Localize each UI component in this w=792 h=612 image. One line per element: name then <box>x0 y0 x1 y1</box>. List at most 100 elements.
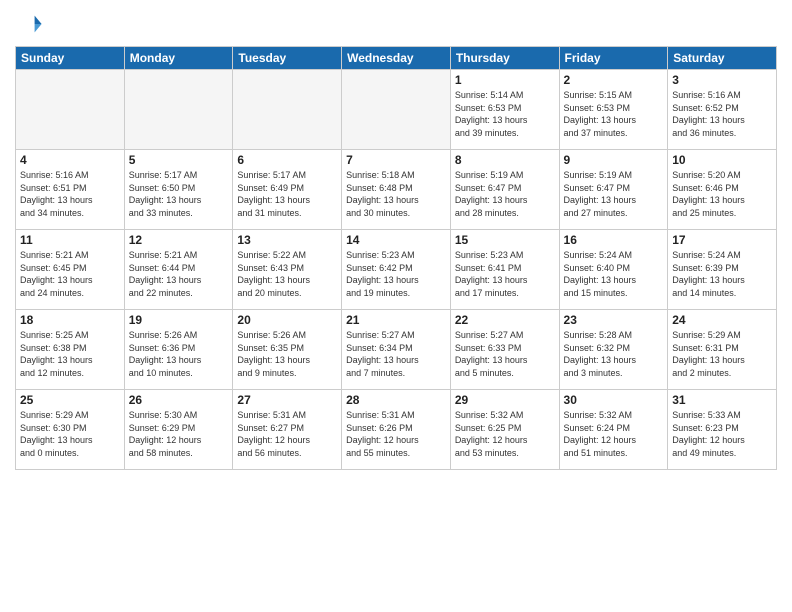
calendar-cell: 5 Sunrise: 5:17 AM Sunset: 6:50 PM Daylig… <box>124 150 233 230</box>
day-info: Sunrise: 5:17 AM Sunset: 6:49 PM Dayligh… <box>237 169 337 219</box>
day-info: Sunrise: 5:29 AM Sunset: 6:30 PM Dayligh… <box>20 409 120 459</box>
day-info: Sunrise: 5:14 AM Sunset: 6:53 PM Dayligh… <box>455 89 555 139</box>
calendar-cell: 28 Sunrise: 5:31 AM Sunset: 6:26 PM Dayli… <box>342 390 451 470</box>
day-info: Sunrise: 5:28 AM Sunset: 6:32 PM Dayligh… <box>564 329 664 379</box>
day-number: 14 <box>346 233 446 247</box>
calendar-day-header: Friday <box>559 47 668 70</box>
page-header <box>15 10 777 38</box>
day-number: 24 <box>672 313 772 327</box>
day-number: 22 <box>455 313 555 327</box>
day-number: 16 <box>564 233 664 247</box>
day-info: Sunrise: 5:17 AM Sunset: 6:50 PM Dayligh… <box>129 169 229 219</box>
calendar-cell: 16Sunrise: 5:24 AM Sunset: 6:40 PM Dayli… <box>559 230 668 310</box>
calendar-cell: 20 Sunrise: 5:26 AM Sunset: 6:35 PM Dayli… <box>233 310 342 390</box>
calendar-day-header: Saturday <box>668 47 777 70</box>
calendar-week-row: 11 Sunrise: 5:21 AM Sunset: 6:45 PM Dayli… <box>16 230 777 310</box>
calendar-cell: 21Sunrise: 5:27 AM Sunset: 6:34 PM Dayli… <box>342 310 451 390</box>
day-number: 29 <box>455 393 555 407</box>
calendar-day-header: Wednesday <box>342 47 451 70</box>
page-container: SundayMondayTuesdayWednesdayThursdayFrid… <box>0 0 792 480</box>
calendar-cell: 4 Sunrise: 5:16 AM Sunset: 6:51 PM Daylig… <box>16 150 125 230</box>
day-number: 11 <box>20 233 120 247</box>
day-info: Sunrise: 5:22 AM Sunset: 6:43 PM Dayligh… <box>237 249 337 299</box>
calendar-header-row: SundayMondayTuesdayWednesdayThursdayFrid… <box>16 47 777 70</box>
day-number: 8 <box>455 153 555 167</box>
day-number: 15 <box>455 233 555 247</box>
day-number: 23 <box>564 313 664 327</box>
day-info: Sunrise: 5:23 AM Sunset: 6:41 PM Dayligh… <box>455 249 555 299</box>
calendar-cell: 14 Sunrise: 5:23 AM Sunset: 6:42 PM Dayli… <box>342 230 451 310</box>
day-number: 4 <box>20 153 120 167</box>
calendar-cell <box>124 70 233 150</box>
calendar-table: SundayMondayTuesdayWednesdayThursdayFrid… <box>15 46 777 470</box>
day-info: Sunrise: 5:27 AM Sunset: 6:33 PM Dayligh… <box>455 329 555 379</box>
calendar-cell: 13 Sunrise: 5:22 AM Sunset: 6:43 PM Dayli… <box>233 230 342 310</box>
day-number: 2 <box>564 73 664 87</box>
calendar-cell: 31 Sunrise: 5:33 AM Sunset: 6:23 PM Dayli… <box>668 390 777 470</box>
day-number: 9 <box>564 153 664 167</box>
calendar-day-header: Sunday <box>16 47 125 70</box>
calendar-cell: 29 Sunrise: 5:32 AM Sunset: 6:25 PM Dayli… <box>450 390 559 470</box>
calendar-cell <box>233 70 342 150</box>
calendar-cell: 22 Sunrise: 5:27 AM Sunset: 6:33 PM Dayli… <box>450 310 559 390</box>
day-number: 18 <box>20 313 120 327</box>
calendar-week-row: 1 Sunrise: 5:14 AM Sunset: 6:53 PM Daylig… <box>16 70 777 150</box>
calendar-week-row: 18 Sunrise: 5:25 AM Sunset: 6:38 PM Dayli… <box>16 310 777 390</box>
calendar-cell: 19 Sunrise: 5:26 AM Sunset: 6:36 PM Dayli… <box>124 310 233 390</box>
day-info: Sunrise: 5:16 AM Sunset: 6:51 PM Dayligh… <box>20 169 120 219</box>
day-number: 20 <box>237 313 337 327</box>
day-info: Sunrise: 5:19 AM Sunset: 6:47 PM Dayligh… <box>564 169 664 219</box>
day-number: 3 <box>672 73 772 87</box>
day-number: 28 <box>346 393 446 407</box>
calendar-cell: 7 Sunrise: 5:18 AM Sunset: 6:48 PM Daylig… <box>342 150 451 230</box>
day-number: 6 <box>237 153 337 167</box>
day-info: Sunrise: 5:21 AM Sunset: 6:45 PM Dayligh… <box>20 249 120 299</box>
day-info: Sunrise: 5:32 AM Sunset: 6:25 PM Dayligh… <box>455 409 555 459</box>
day-number: 27 <box>237 393 337 407</box>
calendar-cell: 17 Sunrise: 5:24 AM Sunset: 6:39 PM Dayli… <box>668 230 777 310</box>
day-info: Sunrise: 5:18 AM Sunset: 6:48 PM Dayligh… <box>346 169 446 219</box>
calendar-day-header: Thursday <box>450 47 559 70</box>
day-info: Sunrise: 5:31 AM Sunset: 6:26 PM Dayligh… <box>346 409 446 459</box>
day-info: Sunrise: 5:24 AM Sunset: 6:39 PM Dayligh… <box>672 249 772 299</box>
day-info: Sunrise: 5:31 AM Sunset: 6:27 PM Dayligh… <box>237 409 337 459</box>
day-info: Sunrise: 5:25 AM Sunset: 6:38 PM Dayligh… <box>20 329 120 379</box>
calendar-cell: 6 Sunrise: 5:17 AM Sunset: 6:49 PM Daylig… <box>233 150 342 230</box>
day-info: Sunrise: 5:26 AM Sunset: 6:35 PM Dayligh… <box>237 329 337 379</box>
calendar-cell: 12Sunrise: 5:21 AM Sunset: 6:44 PM Dayli… <box>124 230 233 310</box>
day-info: Sunrise: 5:26 AM Sunset: 6:36 PM Dayligh… <box>129 329 229 379</box>
day-info: Sunrise: 5:32 AM Sunset: 6:24 PM Dayligh… <box>564 409 664 459</box>
calendar-cell: 2 Sunrise: 5:15 AM Sunset: 6:53 PM Daylig… <box>559 70 668 150</box>
logo <box>15 10 45 38</box>
calendar-cell: 11 Sunrise: 5:21 AM Sunset: 6:45 PM Dayli… <box>16 230 125 310</box>
day-number: 30 <box>564 393 664 407</box>
day-info: Sunrise: 5:33 AM Sunset: 6:23 PM Dayligh… <box>672 409 772 459</box>
calendar-cell: 25Sunrise: 5:29 AM Sunset: 6:30 PM Dayli… <box>16 390 125 470</box>
day-number: 13 <box>237 233 337 247</box>
calendar-cell: 30 Sunrise: 5:32 AM Sunset: 6:24 PM Dayli… <box>559 390 668 470</box>
day-info: Sunrise: 5:23 AM Sunset: 6:42 PM Dayligh… <box>346 249 446 299</box>
day-info: Sunrise: 5:30 AM Sunset: 6:29 PM Dayligh… <box>129 409 229 459</box>
calendar-cell: 18 Sunrise: 5:25 AM Sunset: 6:38 PM Dayli… <box>16 310 125 390</box>
calendar-cell: 26 Sunrise: 5:30 AM Sunset: 6:29 PM Dayli… <box>124 390 233 470</box>
day-number: 1 <box>455 73 555 87</box>
calendar-week-row: 25Sunrise: 5:29 AM Sunset: 6:30 PM Dayli… <box>16 390 777 470</box>
day-number: 19 <box>129 313 229 327</box>
calendar-day-header: Monday <box>124 47 233 70</box>
day-info: Sunrise: 5:15 AM Sunset: 6:53 PM Dayligh… <box>564 89 664 139</box>
calendar-cell: 1 Sunrise: 5:14 AM Sunset: 6:53 PM Daylig… <box>450 70 559 150</box>
day-info: Sunrise: 5:20 AM Sunset: 6:46 PM Dayligh… <box>672 169 772 219</box>
day-number: 26 <box>129 393 229 407</box>
day-number: 31 <box>672 393 772 407</box>
calendar-cell: 8Sunrise: 5:19 AM Sunset: 6:47 PM Daylig… <box>450 150 559 230</box>
day-number: 17 <box>672 233 772 247</box>
day-number: 7 <box>346 153 446 167</box>
calendar-cell: 27 Sunrise: 5:31 AM Sunset: 6:27 PM Dayli… <box>233 390 342 470</box>
calendar-cell: 15 Sunrise: 5:23 AM Sunset: 6:41 PM Dayli… <box>450 230 559 310</box>
day-number: 5 <box>129 153 229 167</box>
day-info: Sunrise: 5:16 AM Sunset: 6:52 PM Dayligh… <box>672 89 772 139</box>
calendar-cell: 10Sunrise: 5:20 AM Sunset: 6:46 PM Dayli… <box>668 150 777 230</box>
calendar-cell: 24Sunrise: 5:29 AM Sunset: 6:31 PM Dayli… <box>668 310 777 390</box>
calendar-cell: 9 Sunrise: 5:19 AM Sunset: 6:47 PM Daylig… <box>559 150 668 230</box>
logo-icon <box>15 10 43 38</box>
